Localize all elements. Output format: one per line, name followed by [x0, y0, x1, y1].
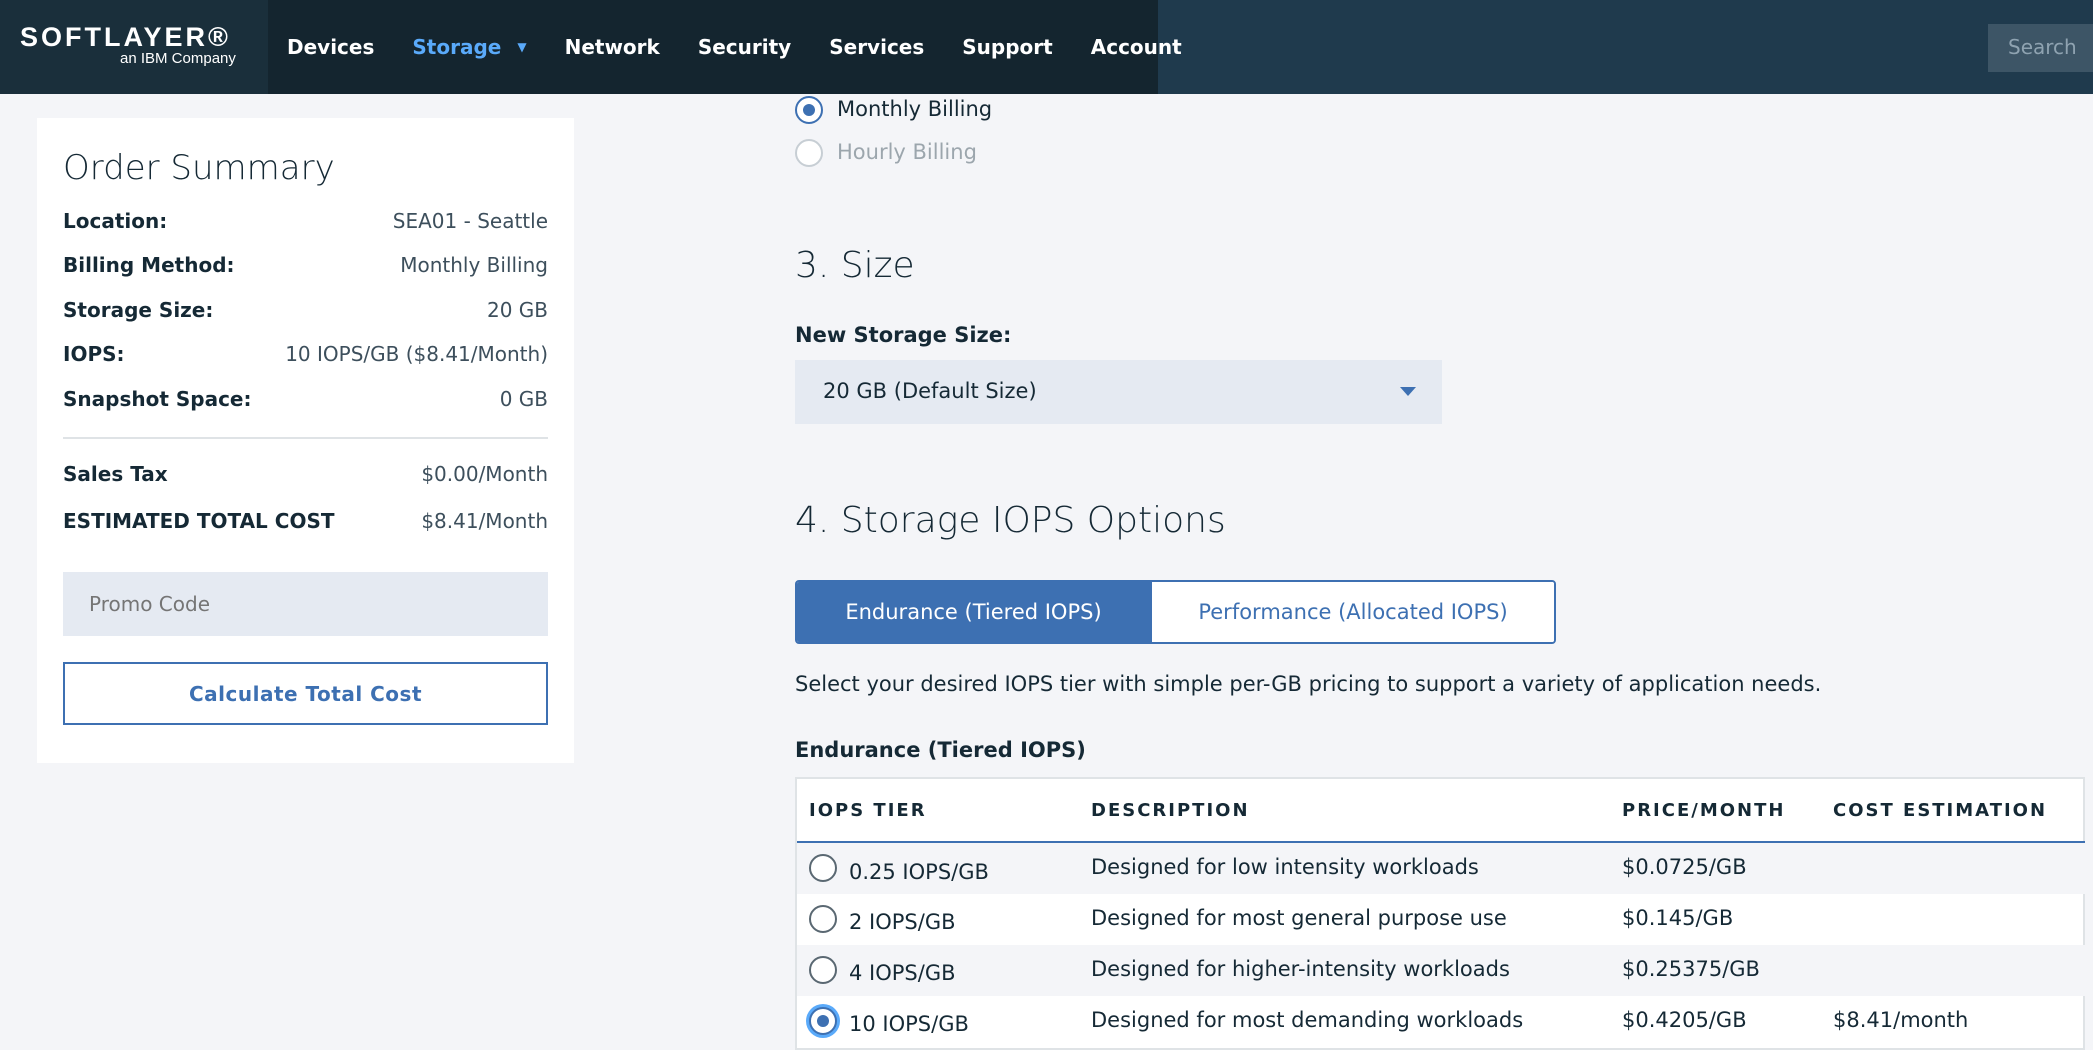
- storage-size-select[interactable]: 20 GB (Default Size): [795, 360, 1442, 424]
- tier-description: Designed for higher-intensity workloads: [1091, 957, 1510, 981]
- tier-description: Designed for most demanding workloads: [1091, 1008, 1524, 1032]
- logo-tagline: an IBM Company: [120, 50, 236, 67]
- summary-row-storage-size: Storage Size: 20 GB: [63, 298, 548, 322]
- softlayer-logo[interactable]: SOFTLAYER® an IBM Company: [0, 0, 268, 94]
- table-row[interactable]: 2 IOPS/GB Designed for most general purp…: [797, 894, 2085, 945]
- summary-value: 0 GB: [499, 387, 548, 411]
- nav-storage[interactable]: Storage ▼: [393, 35, 545, 59]
- column-header-description: DESCRIPTION: [1091, 800, 1250, 821]
- nav-security[interactable]: Security: [679, 35, 810, 59]
- search-input[interactable]: Search: [1988, 24, 2093, 72]
- tier-label: 2 IOPS/GB: [849, 910, 956, 934]
- table-row[interactable]: 0.25 IOPS/GB Designed for low intensity …: [797, 843, 2085, 894]
- summary-row-iops: IOPS: 10 IOPS/GB ($8.41/Month): [63, 342, 548, 366]
- column-header-price: PRICE/MONTH: [1622, 800, 1786, 821]
- tier-price: $0.145/GB: [1622, 906, 1734, 930]
- main-navigation: SOFTLAYER® an IBM Company Devices Storag…: [0, 0, 1182, 94]
- summary-label: Location:: [63, 209, 168, 233]
- nav-account[interactable]: Account: [1072, 35, 1201, 59]
- summary-label: Storage Size:: [63, 298, 214, 322]
- chevron-down-icon: [1400, 387, 1416, 396]
- sales-tax-value: $0.00/Month: [421, 462, 548, 486]
- iops-section-title: 4. Storage IOPS Options: [795, 500, 1226, 541]
- tier-description: Designed for most general purpose use: [1091, 906, 1507, 930]
- summary-row-snapshot: Snapshot Space: 0 GB: [63, 387, 548, 411]
- summary-value: SEA01 - Seattle: [392, 209, 548, 233]
- iops-description: Select your desired IOPS tier with simpl…: [795, 672, 1822, 696]
- summary-label: IOPS:: [63, 342, 125, 366]
- tier-radio[interactable]: [809, 956, 837, 984]
- nav-network[interactable]: Network: [546, 35, 679, 59]
- nav-services[interactable]: Services: [810, 35, 943, 59]
- storage-size-value: 20 GB (Default Size): [823, 379, 1037, 403]
- table-row[interactable]: 4 IOPS/GB Designed for higher-intensity …: [797, 945, 2085, 996]
- total-cost-label: ESTIMATED TOTAL COST: [63, 509, 335, 533]
- top-bar: SOFTLAYER® an IBM Company Devices Storag…: [0, 0, 2093, 94]
- tier-radio[interactable]: [809, 854, 837, 882]
- sales-tax-label: Sales Tax: [63, 462, 168, 486]
- tier-price: $0.0725/GB: [1622, 855, 1747, 879]
- summary-row-total: ESTIMATED TOTAL COST $8.41/Month: [63, 509, 548, 533]
- tier-label: 4 IOPS/GB: [849, 961, 956, 985]
- order-summary-card: Order Summary Location: SEA01 - Seattle …: [37, 118, 574, 763]
- calculate-total-cost-button[interactable]: Calculate Total Cost: [63, 662, 548, 725]
- promo-code-input[interactable]: [63, 572, 548, 636]
- tier-label: 10 IOPS/GB: [849, 1012, 969, 1036]
- order-summary-title: Order Summary: [63, 148, 335, 188]
- caret-down-icon: ▼: [517, 40, 527, 54]
- tier-radio[interactable]: [809, 1007, 837, 1035]
- summary-label: Snapshot Space:: [63, 387, 252, 411]
- summary-label: Billing Method:: [63, 253, 235, 277]
- summary-value: 20 GB: [486, 298, 548, 322]
- summary-value: 10 IOPS/GB ($8.41/Month): [285, 342, 548, 366]
- logo-wordmark: SOFTLAYER®: [20, 22, 231, 52]
- column-header-cost: COST ESTIMATION: [1833, 800, 2048, 821]
- summary-divider: [63, 437, 548, 439]
- monthly-billing-label: Monthly Billing: [837, 97, 993, 121]
- monthly-billing-radio[interactable]: [795, 96, 823, 124]
- storage-size-label: New Storage Size:: [795, 323, 1012, 347]
- endurance-table-title: Endurance (Tiered IOPS): [795, 738, 1086, 762]
- table-row[interactable]: 10 IOPS/GB Designed for most demanding w…: [797, 996, 2085, 1047]
- tier-cost: $8.41/month: [1833, 1008, 1969, 1032]
- summary-row-location: Location: SEA01 - Seattle: [63, 209, 548, 233]
- endurance-toggle-option[interactable]: Endurance (Tiered IOPS): [797, 582, 1150, 642]
- summary-row-sales-tax: Sales Tax $0.00/Month: [63, 462, 548, 486]
- tier-label: 0.25 IOPS/GB: [849, 860, 989, 884]
- tier-price: $0.4205/GB: [1622, 1008, 1747, 1032]
- nav-storage-label: Storage: [412, 35, 502, 59]
- summary-row-billing: Billing Method: Monthly Billing: [63, 253, 548, 277]
- nav-devices[interactable]: Devices: [268, 35, 393, 59]
- summary-value: Monthly Billing: [400, 253, 548, 277]
- hourly-billing-radio[interactable]: [795, 139, 823, 167]
- column-header-iops-tier: IOPS TIER: [809, 800, 927, 821]
- tier-description: Designed for low intensity workloads: [1091, 855, 1479, 879]
- iops-type-toggle: Endurance (Tiered IOPS) Performance (All…: [795, 580, 1556, 644]
- nav-support[interactable]: Support: [943, 35, 1071, 59]
- tier-price: $0.25375/GB: [1622, 957, 1760, 981]
- hourly-billing-label: Hourly Billing: [837, 140, 977, 164]
- nav-menu: Devices Storage ▼ Network Security Servi…: [268, 0, 1201, 94]
- size-section-title: 3. Size: [795, 245, 915, 286]
- total-cost-value: $8.41/Month: [421, 509, 548, 533]
- tier-radio[interactable]: [809, 905, 837, 933]
- iops-tier-table: IOPS TIER DESCRIPTION PRICE/MONTH COST E…: [795, 777, 2085, 1050]
- performance-toggle-option[interactable]: Performance (Allocated IOPS): [1150, 582, 1554, 642]
